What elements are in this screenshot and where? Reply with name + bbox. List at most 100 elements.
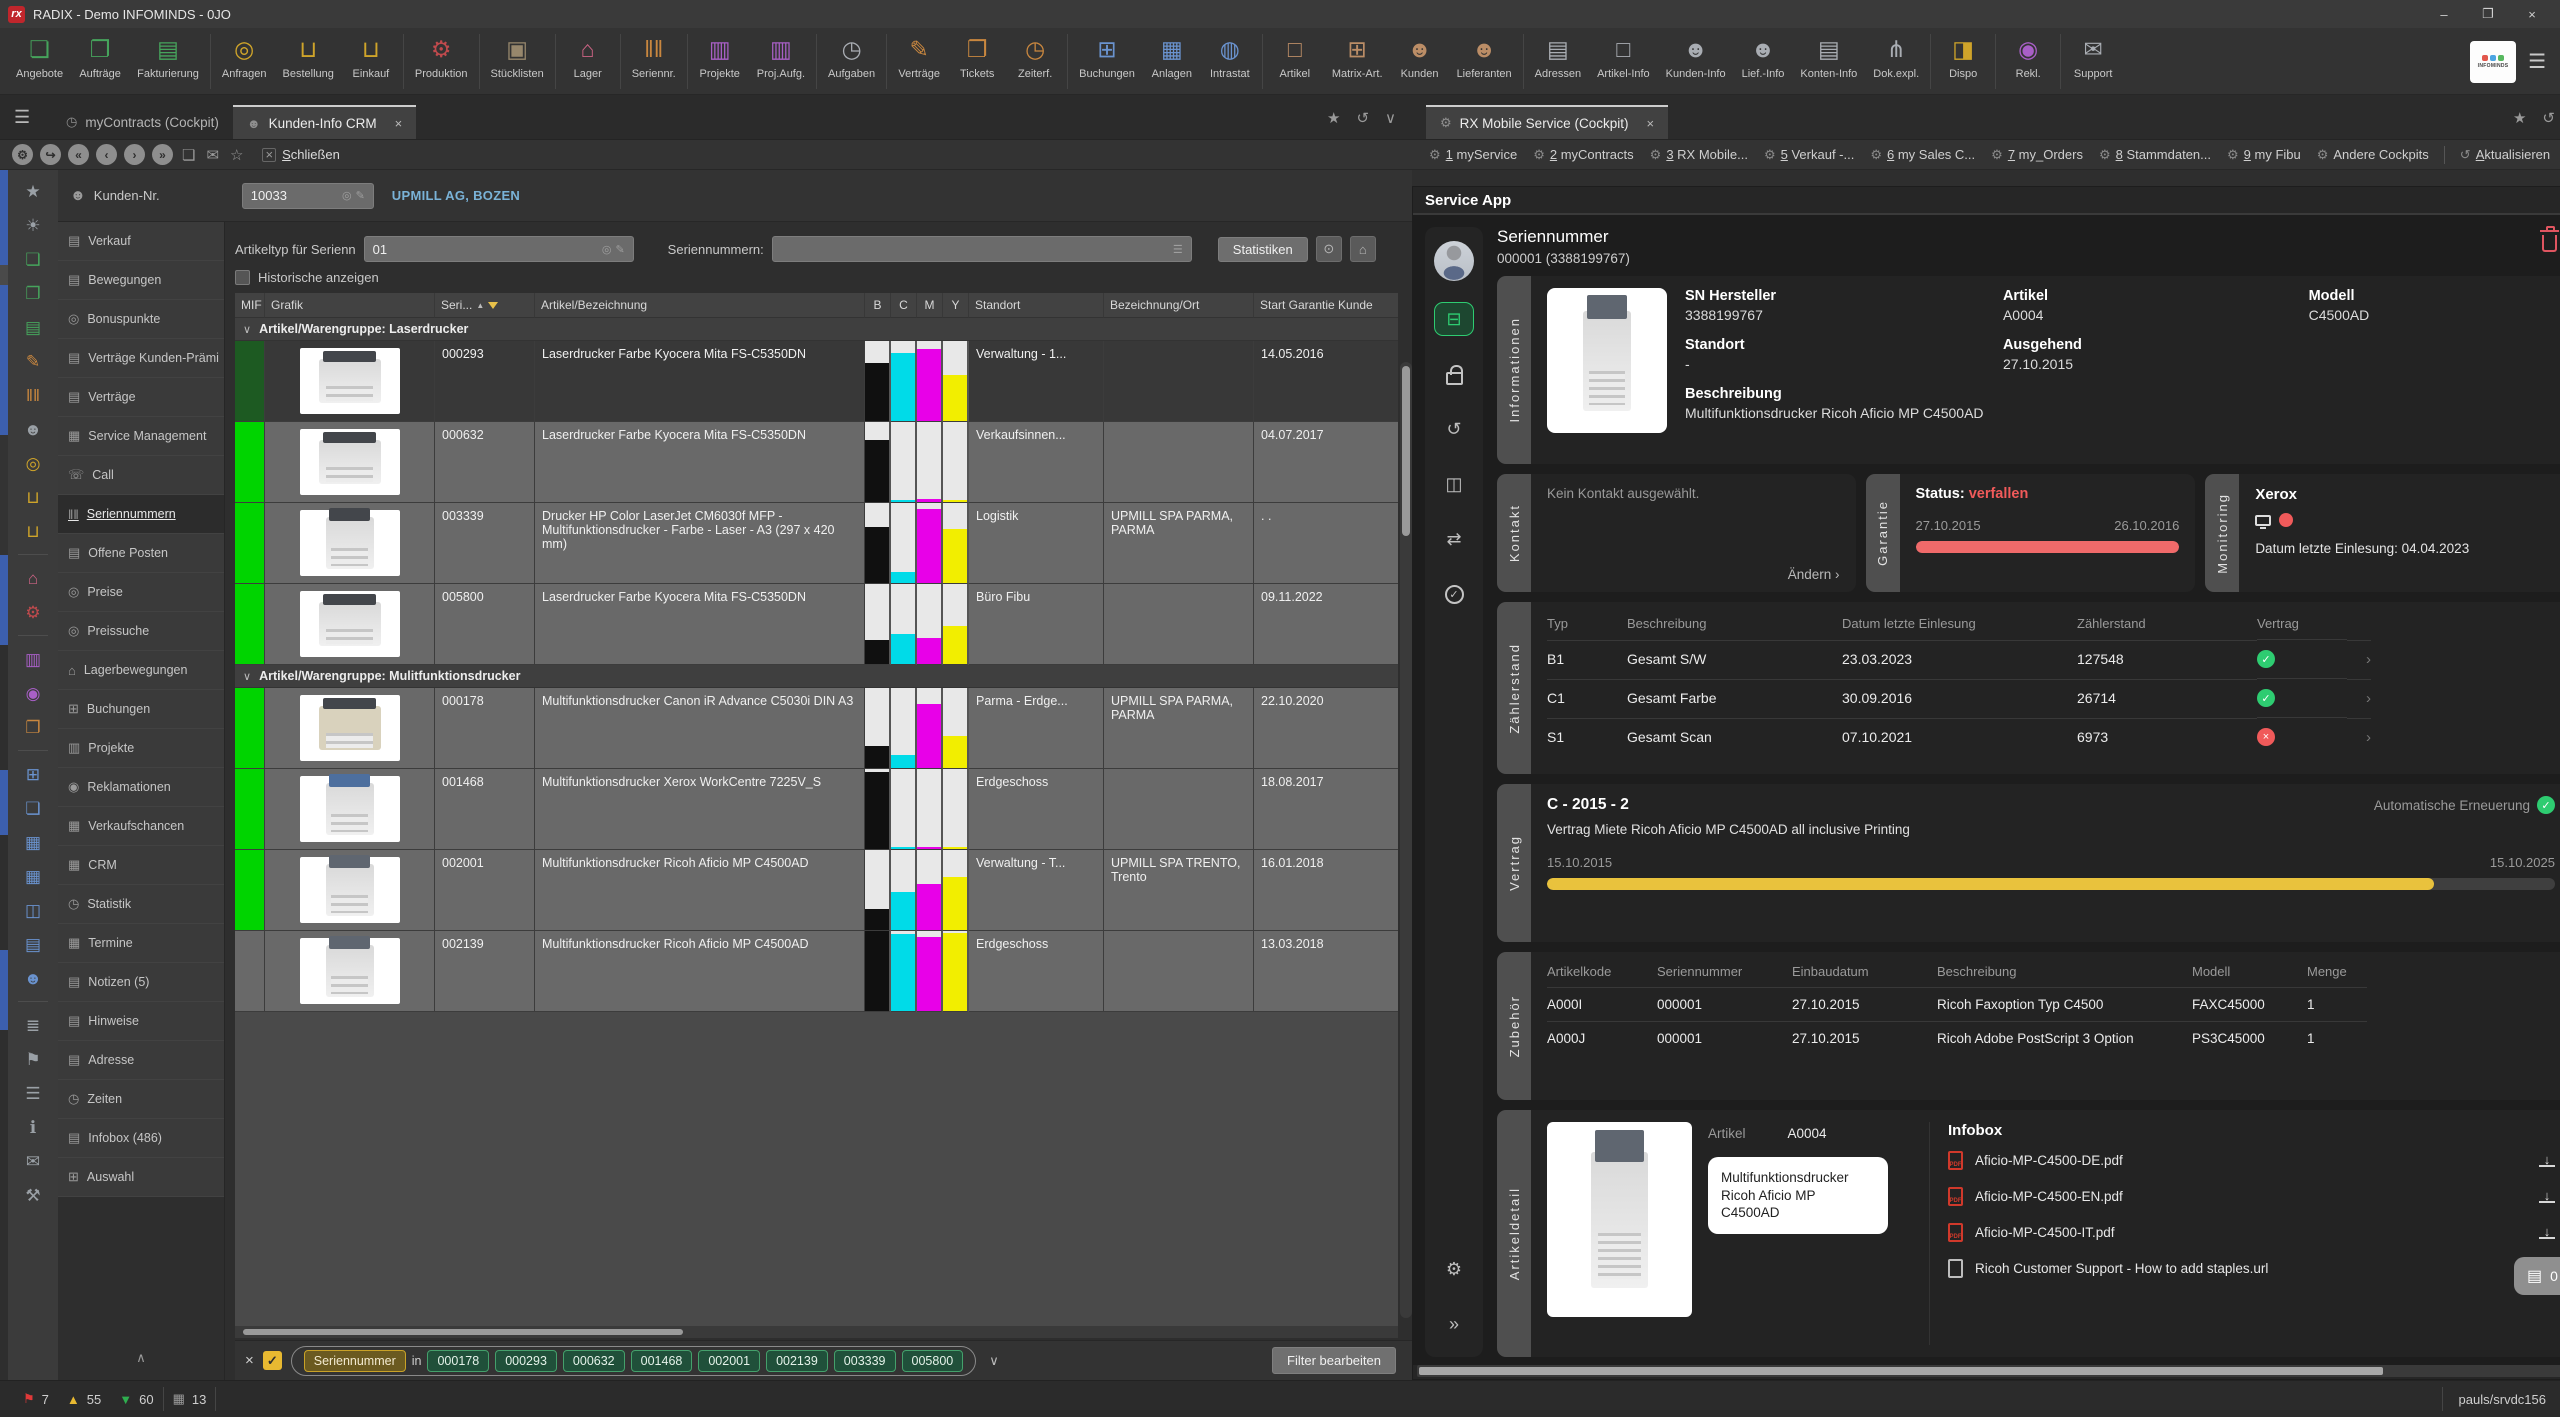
column-header-b[interactable]: B — [865, 293, 891, 318]
minimize-button[interactable]: – — [2424, 2, 2464, 26]
collapse-icon[interactable]: ∨ — [243, 323, 251, 336]
quicklink-6-my-sales-c[interactable]: ⚙6 my Sales C... — [1863, 147, 1982, 163]
gebaeude-icon[interactable]: ▦ — [20, 863, 46, 889]
karte-icon[interactable]: ◫ — [20, 897, 46, 923]
infobox-item[interactable]: PDFAficio-MP-C4500-EN.pdf↓ — [1948, 1187, 2555, 1206]
column-header-grafik[interactable]: Grafik — [265, 293, 435, 318]
column-header-start-garantie-kunde[interactable]: Start Garantie Kunde — [1254, 293, 1398, 318]
infobox-item[interactable]: PDFAficio-MP-C4500-DE.pdf↓ — [1948, 1151, 2555, 1170]
chevron-down-icon[interactable]: ∨ — [989, 1353, 999, 1369]
maximize-button[interactable]: ❐ — [2468, 2, 2508, 26]
fakturierung-icon[interactable]: ▤ — [20, 314, 46, 340]
brightness-icon[interactable]: ☀ — [20, 212, 46, 238]
favorite-star-icon[interactable]: ★ — [1327, 109, 1340, 127]
column-header-c[interactable]: C — [891, 293, 917, 318]
statistiken-button[interactable]: Statistiken — [1218, 237, 1308, 262]
filter-value-pill[interactable]: 000632 — [563, 1350, 625, 1372]
quicklink-3-rx-mobile[interactable]: ⚙3 RX Mobile... — [1643, 147, 1755, 163]
column-header-artikel-bezeichnung[interactable]: Artikel/Bezeichnung — [535, 293, 865, 318]
edit-icon[interactable]: ✎ — [356, 189, 365, 202]
artikeldetail-tab[interactable]: Artikeldetail — [1497, 1110, 1531, 1357]
toolbar-rekl[interactable]: ◉Rekl. — [1999, 31, 2057, 92]
horizontal-scrollbar[interactable] — [235, 1326, 1398, 1338]
tab-mycontracts-cockpit[interactable]: ◷myContracts (Cockpit) — [52, 105, 233, 139]
sidebar-item-statistik[interactable]: ◷Statistik — [58, 885, 224, 924]
zubehoer-tab[interactable]: Zubehör — [1497, 952, 1531, 1100]
sidebar-item-bewegungen[interactable]: ▤Bewegungen — [58, 261, 224, 300]
toolbar-projekte[interactable]: ▥Projekte — [691, 31, 749, 92]
filter-funnel-icon[interactable] — [488, 302, 498, 309]
sidebar-item-verträge[interactable]: ▤Verträge — [58, 378, 224, 417]
column-header-y[interactable]: Y — [943, 293, 969, 318]
toolbar-konten-info[interactable]: ▤Konten-Info — [1792, 31, 1865, 92]
garantie-tab[interactable]: Garantie — [1866, 474, 1900, 592]
history-icon[interactable]: ↺ — [1356, 109, 1369, 127]
toolbar-proj-aufg[interactable]: ▥Proj.Aufg. — [749, 31, 813, 92]
toolbar-angebote[interactable]: ❏Angebote — [8, 31, 71, 92]
filter-field-pill[interactable]: Seriennummer — [304, 1350, 406, 1372]
sidebar-item-notizen-5[interactable]: ▤Notizen (5) — [58, 963, 224, 1002]
fax-icon[interactable]: ▦ — [20, 829, 46, 855]
schliessen-button[interactable]: ×Schließen — [262, 147, 339, 162]
tab-rx-mobile-service-cockpit[interactable]: ⚙RX Mobile Service (Cockpit)× — [1426, 105, 1668, 139]
reklamation-icon[interactable]: ◉ — [20, 680, 46, 706]
attachments-badge[interactable]: ▤ 0 — [2514, 1257, 2560, 1295]
column-header-bezeichnung-ort[interactable]: Bezeichnung/Ort — [1104, 293, 1254, 318]
toolbar-buchungen[interactable]: ⊞Buchungen — [1071, 31, 1143, 92]
nachricht-icon[interactable]: ✉ — [20, 1148, 46, 1174]
mail-icon[interactable]: ✉ — [204, 146, 221, 164]
toolbar-dispo[interactable]: ◨Dispo — [1934, 31, 1992, 92]
sidebar-item-service-management[interactable]: ▦Service Management — [58, 417, 224, 456]
next-record-button[interactable]: › — [124, 144, 145, 165]
verified-icon[interactable]: ✓ — [1434, 577, 1474, 611]
chevron-down-icon[interactable]: ∨ — [1385, 109, 1396, 127]
trash-icon[interactable] — [2542, 235, 2557, 252]
toolbar-fakturierung[interactable]: ▤Fakturierung — [129, 31, 207, 92]
historische-checkbox[interactable] — [235, 270, 250, 285]
history-icon[interactable]: ↺ — [2542, 109, 2555, 127]
aktualisieren-button[interactable]: ↺Aktualisieren — [2453, 147, 2557, 163]
toolbar-tickets[interactable]: ❐Tickets — [948, 31, 1006, 92]
download-icon[interactable]: ↓ — [2539, 1190, 2555, 1203]
collapse-chevron-icon[interactable]: ∧ — [58, 1340, 224, 1380]
star-icon[interactable]: ☆ — [228, 146, 245, 164]
sidebar-item-zeiten[interactable]: ◷Zeiten — [58, 1080, 224, 1119]
tab-close-icon[interactable]: × — [1646, 116, 1654, 131]
toolbar-anfragen[interactable]: ◎Anfragen — [214, 31, 275, 92]
tab-close-icon[interactable]: × — [395, 116, 403, 131]
toolbar-adressen[interactable]: ▤Adressen — [1527, 31, 1589, 92]
toolbar-matrix-art[interactable]: ⊞Matrix-Art. — [1324, 31, 1391, 92]
sidebar-item-lagerbewegungen[interactable]: ⌂Lagerbewegungen — [58, 651, 224, 690]
technician-avatar[interactable] — [1434, 241, 1474, 281]
dokument-770-icon[interactable]: ▤ — [20, 931, 46, 957]
download-icon[interactable]: ↓ — [2539, 1226, 2555, 1239]
sidebar-item-verträge-kunden-prämi[interactable]: ▤Verträge Kunden-Prämi — [58, 339, 224, 378]
sidebar-item-hinweise[interactable]: ▤Hinweise — [58, 1002, 224, 1041]
angebote-icon[interactable]: ❏ — [20, 246, 46, 272]
home-button[interactable]: ⌂ — [1350, 236, 1376, 262]
column-header-standort[interactable]: Standort — [969, 293, 1104, 318]
toolbar-dok-expl[interactable]: ⋔Dok.expl. — [1865, 31, 1927, 92]
column-header-mif[interactable]: MIF — [235, 293, 265, 318]
kunden-icon[interactable]: ☻ — [20, 416, 46, 442]
sidebar-item-reklamationen[interactable]: ◉Reklamationen — [58, 768, 224, 807]
filter-value-pill[interactable]: 002001 — [698, 1350, 760, 1372]
quicklink-7-my-orders[interactable]: ⚙7 my_Orders — [1984, 147, 2090, 163]
edit-icon[interactable]: ✎ — [615, 243, 624, 256]
favorites-star-icon[interactable]: ★ — [20, 178, 46, 204]
filter-edit-button[interactable]: Filter bearbeiten — [1272, 1347, 1396, 1374]
artikeltyp-input[interactable]: 01 ◎✎ — [364, 236, 634, 262]
toolbar-einkauf[interactable]: ⊔Einkauf — [342, 31, 400, 92]
sync-icon[interactable]: ⇄ — [1434, 522, 1474, 556]
person-icon[interactable]: ☻ — [20, 965, 46, 991]
wegweiser-icon[interactable]: ⚑ — [20, 1046, 46, 1072]
toolbar-artikel-info[interactable]: □Artikel-Info — [1589, 31, 1658, 92]
toolbar-produktion[interactable]: ⚙Produktion — [407, 31, 476, 92]
chevron-right-icon[interactable]: › — [2347, 679, 2371, 717]
settings-icon[interactable]: ⚙ — [1434, 1252, 1474, 1286]
lock-button[interactable]: ⊙ — [1316, 236, 1342, 262]
quicklink-5-verkauf[interactable]: ⚙5 Verkauf -... — [1757, 147, 1861, 163]
sidebar-item-preissuche[interactable]: ◎Preissuche — [58, 612, 224, 651]
quicklink-andere-cockpits[interactable]: ⚙Andere Cockpits — [2310, 147, 2436, 163]
sidebar-item-adresse[interactable]: ▤Adresse — [58, 1041, 224, 1080]
